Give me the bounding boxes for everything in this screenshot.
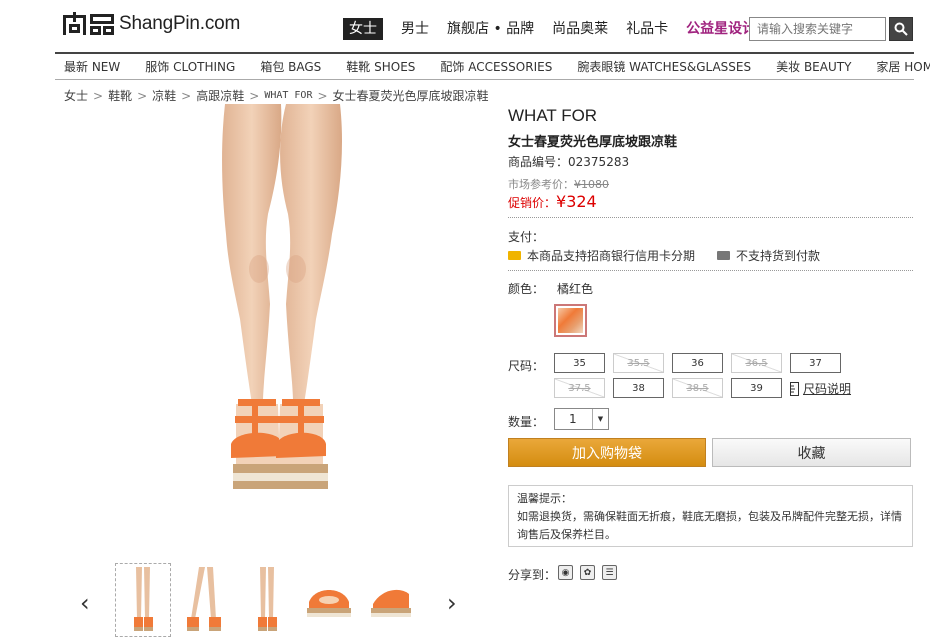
sale-price-value: ¥324 xyxy=(556,192,597,211)
product-photo xyxy=(222,104,343,489)
breadcrumb-item[interactable]: 女士 xyxy=(64,87,88,104)
chevron-down-icon[interactable]: ▼ xyxy=(592,409,608,429)
share-weibo-icon[interactable]: ◉ xyxy=(558,565,573,580)
market-price-value: ¥1080 xyxy=(574,178,609,191)
search-button[interactable] xyxy=(889,17,913,41)
search-icon xyxy=(894,22,908,36)
share-label: 分享到： xyxy=(508,568,557,582)
divider xyxy=(508,270,913,271)
breadcrumb-item[interactable]: 高跟凉鞋 xyxy=(196,87,244,104)
size-option-38[interactable]: 38 xyxy=(613,378,664,398)
quantity-select[interactable]: 1 ▼ xyxy=(554,408,609,430)
color-swatch-orange[interactable] xyxy=(554,304,587,337)
size-option-36[interactable]: 36 xyxy=(672,353,723,373)
cat-accessories[interactable]: 配饰 ACCESSORIES xyxy=(440,58,552,75)
share-icons: ◉ ✿ ☰ xyxy=(558,565,617,580)
thumbnail[interactable] xyxy=(115,563,171,637)
sale-price-label: 促销价： xyxy=(508,196,557,210)
size-guide-text: 尺码说明 xyxy=(803,382,852,396)
size-option-35[interactable]: 35 xyxy=(554,353,605,373)
size-option-36-5: 36.5 xyxy=(731,353,782,373)
size-option-39[interactable]: 39 xyxy=(731,378,782,398)
market-price: 市场参考价：¥1080 xyxy=(508,176,609,192)
payment-options: 本商品支持招商银行信用卡分期 不支持货到付款 xyxy=(508,247,820,264)
cat-watches-glasses[interactable]: 腕表眼镜 WATCHES&GLASSES xyxy=(577,58,751,75)
share-douban-icon[interactable]: ☰ xyxy=(602,565,617,580)
add-to-cart-button[interactable]: 加入购物袋 xyxy=(508,438,706,467)
quantity-label: 数量： xyxy=(508,415,545,429)
cat-beauty[interactable]: 美妆 BEAUTY xyxy=(776,58,851,75)
color-label: 颜色： xyxy=(508,282,545,296)
product-main-image[interactable] xyxy=(118,104,438,499)
cat-home[interactable]: 家居 HOME xyxy=(876,58,930,75)
size-option-38-5: 38.5 xyxy=(672,378,723,398)
quantity-value: 1 xyxy=(569,412,577,426)
product-code-value: 02375283 xyxy=(568,155,630,169)
thumbnail[interactable] xyxy=(177,563,233,637)
cat-new[interactable]: 最新 NEW xyxy=(64,58,120,75)
tips-box: 温馨提示： 如需退换货，需确保鞋面无折痕，鞋底无磨损，包装及吊牌配件完整无损，详… xyxy=(508,485,913,547)
nav-flagship-brands[interactable]: 旗舰店 • 品牌 xyxy=(447,18,534,40)
size-guide-link[interactable]: 尺码说明 xyxy=(790,380,851,397)
payment-label: 支付： xyxy=(508,230,545,244)
size-option-35-5: 35.5 xyxy=(613,353,664,373)
product-code-label: 商品编号： xyxy=(508,155,569,169)
breadcrumb-sep: > xyxy=(249,88,260,103)
breadcrumb-sep: > xyxy=(93,88,104,103)
site-header: ShangPin.com 女士 男士 旗舰店 • 品牌 尚品奥莱 礼品卡 公益星… xyxy=(0,0,930,52)
breadcrumb-sep: > xyxy=(317,88,328,103)
size-option-37[interactable]: 37 xyxy=(790,353,841,373)
thumbnail[interactable] xyxy=(301,563,357,637)
share-qzone-icon[interactable]: ✿ xyxy=(580,565,595,580)
sale-price: 促销价：¥324 xyxy=(508,192,597,211)
product-name: 女士春夏荧光色厚底坡跟凉鞋 xyxy=(508,135,678,150)
search-input[interactable] xyxy=(749,17,886,41)
thumbnail[interactable] xyxy=(239,563,295,637)
thumbnail-strip xyxy=(115,563,419,637)
nav-charity-design[interactable]: 公益星设计 xyxy=(686,18,756,40)
logo-mark-icon xyxy=(63,12,114,35)
cash-on-delivery-icon xyxy=(717,251,731,260)
breadcrumb-current: 女士春夏荧光色厚底坡跟凉鞋 xyxy=(332,89,489,103)
breadcrumb-sep: > xyxy=(137,88,148,103)
logo-text: ShangPin.com xyxy=(119,13,241,34)
thumbnail-next-button[interactable]: › xyxy=(447,589,457,617)
product-code: 商品编号：02375283 xyxy=(508,153,629,170)
ruler-icon xyxy=(790,381,799,396)
top-nav: 女士 男士 旗舰店 • 品牌 尚品奥莱 礼品卡 公益星设计 xyxy=(343,18,774,40)
thumbnail-prev-button[interactable]: ‹ xyxy=(80,589,90,617)
market-price-label: 市场参考价： xyxy=(508,178,574,191)
color-name: 橘红色 xyxy=(557,282,594,296)
size-label: 尺码： xyxy=(508,359,545,373)
favorite-button[interactable]: 收藏 xyxy=(712,438,911,467)
tips-text: 如需退换货，需确保鞋面无折痕，鞋底无磨损，包装及吊牌配件完整无损，详情询售后及保… xyxy=(517,510,902,541)
nav-gift-card[interactable]: 礼品卡 xyxy=(626,18,668,40)
breadcrumb-item[interactable]: 鞋靴 xyxy=(108,87,132,104)
nav-men[interactable]: 男士 xyxy=(401,18,429,40)
nav-women[interactable]: 女士 xyxy=(343,18,383,40)
cat-bags[interactable]: 箱包 BAGS xyxy=(260,58,321,75)
cat-shoes[interactable]: 鞋靴 SHOES xyxy=(346,58,415,75)
size-option-37-5: 37.5 xyxy=(554,378,605,398)
site-logo[interactable]: ShangPin.com xyxy=(63,12,240,36)
payment-option-cod: 不支持货到付款 xyxy=(736,249,821,263)
credit-card-icon xyxy=(508,251,521,260)
breadcrumb-item[interactable]: WHAT FOR xyxy=(264,90,312,101)
breadcrumb-item[interactable]: 凉鞋 xyxy=(152,87,176,104)
divider xyxy=(508,217,913,218)
thumbnail[interactable] xyxy=(363,563,419,637)
brand-name[interactable]: WHAT FOR xyxy=(508,106,597,126)
payment-option-installment: 本商品支持招商银行信用卡分期 xyxy=(527,249,696,263)
category-nav: 最新 NEW 服饰 CLOTHING 箱包 BAGS 鞋靴 SHOES 配饰 A… xyxy=(55,52,930,80)
cat-clothing[interactable]: 服饰 CLOTHING xyxy=(145,58,235,75)
nav-outlet[interactable]: 尚品奥莱 xyxy=(552,18,608,40)
tips-title: 温馨提示： xyxy=(517,492,572,505)
breadcrumb: 女士 > 鞋靴 > 凉鞋 > 高跟凉鞋 > WHAT FOR > 女士春夏荧光色厚底坡跟凉… xyxy=(64,87,489,104)
breadcrumb-sep: > xyxy=(181,88,192,103)
